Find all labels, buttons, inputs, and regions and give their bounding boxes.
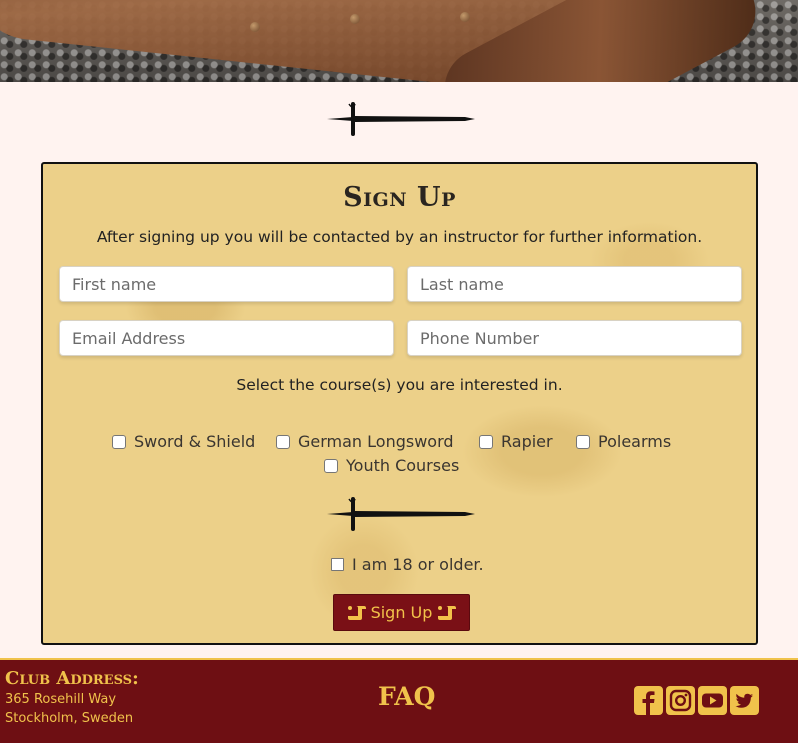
checkbox[interactable] (112, 434, 126, 449)
form-title: Sign Up (343, 182, 456, 213)
courses-prompt: Select the course(s) you are interested … (236, 376, 563, 394)
course-label: Youth Courses (346, 456, 460, 475)
youtube-icon[interactable] (698, 686, 727, 715)
checkbox[interactable] (576, 434, 590, 449)
course-label: Sword & Shield (134, 432, 256, 451)
twitter-icon[interactable] (730, 686, 759, 715)
phone-input[interactable] (407, 320, 742, 356)
age-checkbox[interactable] (331, 558, 344, 571)
faq-link[interactable]: FAQ (378, 682, 435, 711)
site-footer: Club Address: 365 Rosehill Way Stockholm… (0, 658, 798, 743)
address-title: Club Address: (5, 668, 139, 689)
course-label: Polearms (598, 432, 672, 451)
checkbox[interactable] (479, 434, 493, 449)
sign-up-button[interactable]: Sign Up (333, 594, 470, 631)
email-input[interactable] (59, 320, 394, 356)
scroll-icon (438, 605, 457, 620)
form-intro: After signing up you will be contacted b… (96, 228, 703, 246)
rivet (250, 22, 260, 32)
last-name-input[interactable] (407, 266, 742, 302)
course-label: German Longsword (298, 432, 454, 451)
age-label: I am 18 or older. (352, 555, 484, 574)
age-confirm-option[interactable]: I am 18 or older. (331, 555, 484, 574)
course-option-rapier[interactable]: Rapier (479, 432, 553, 451)
course-option-polearms[interactable]: Polearms (576, 432, 671, 451)
course-option-sword-shield[interactable]: Sword & Shield (112, 432, 255, 451)
course-option-youth-courses[interactable]: Youth Courses (324, 456, 459, 475)
rivet (350, 14, 360, 24)
instagram-icon[interactable] (666, 686, 695, 715)
first-name-input[interactable] (59, 266, 394, 302)
facebook-icon[interactable] (634, 686, 663, 715)
rivet (460, 12, 470, 22)
checkbox[interactable] (324, 458, 338, 473)
course-option-german-longsword[interactable]: German Longsword (276, 432, 454, 451)
sword-divider-icon (327, 102, 475, 136)
checkbox[interactable] (276, 434, 290, 449)
address-line-1: 365 Rosehill Way (5, 692, 117, 707)
address-line-2: Stockholm, Sweden (5, 711, 134, 726)
sword-divider-icon (327, 497, 475, 531)
hero-image (0, 0, 798, 82)
course-label: Rapier (501, 432, 553, 451)
sign-up-label: Sign Up (370, 603, 433, 622)
signup-form-card: Sign Up After signing up you will be con… (41, 162, 758, 645)
scroll-icon (347, 605, 366, 620)
